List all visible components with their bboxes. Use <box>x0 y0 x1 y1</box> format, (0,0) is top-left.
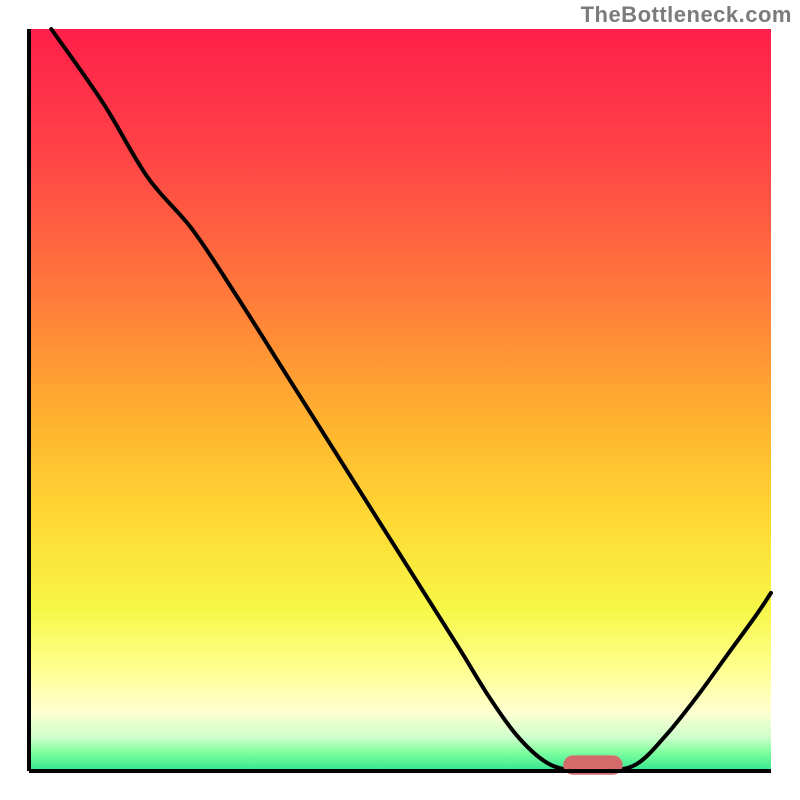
chart-container: TheBottleneck.com <box>0 0 800 800</box>
bottleneck-chart <box>0 0 800 800</box>
plot-background <box>29 29 771 771</box>
watermark-text: TheBottleneck.com <box>581 2 792 28</box>
